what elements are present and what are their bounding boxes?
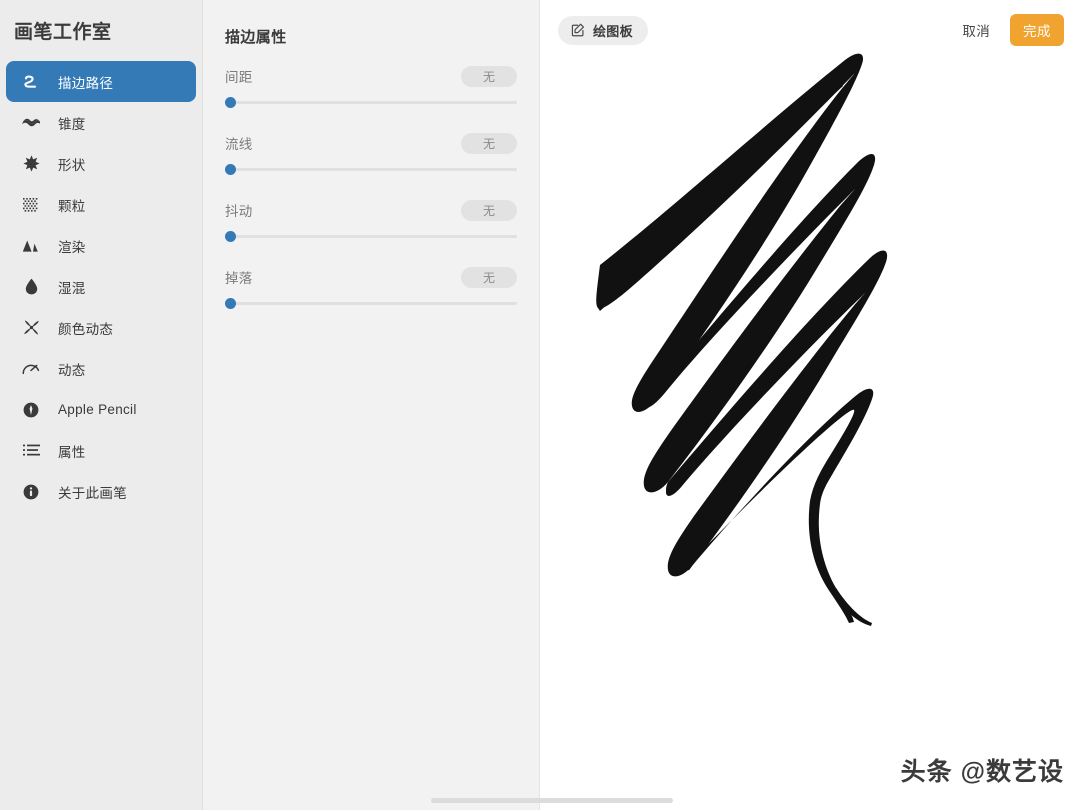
home-indicator [431, 798, 673, 803]
sidebar-item-list: 描边路径 锥度 形状 颗粒 渲染 湿混 颜色动态 动态 Apple Pencil… [0, 61, 202, 512]
sidebar: 画笔工作室 描边路径 锥度 形状 颗粒 渲染 湿混 颜色动态 动态 Apple … [0, 0, 203, 810]
dynamics-gauge-icon [20, 358, 42, 380]
property-row-jitter: 抖动 无 [225, 199, 517, 243]
slider-thumb[interactable] [225, 231, 236, 242]
sidebar-item-label: Apple Pencil [58, 402, 137, 417]
sidebar-item-render[interactable]: 渲染 [6, 225, 196, 266]
sidebar-item-color-dynamics[interactable]: 颜色动态 [6, 307, 196, 348]
slider-thumb[interactable] [225, 164, 236, 175]
grain-dots-icon [20, 194, 42, 216]
property-row-fall-off: 掉落 无 [225, 266, 517, 310]
properties-row-list: 间距 无 流线 无 抖动 无 掉落 无 [203, 65, 539, 310]
info-circle-icon [20, 481, 42, 503]
wet-mix-droplet-icon [20, 276, 42, 298]
property-header: 抖动 无 [225, 199, 517, 221]
property-header: 间距 无 [225, 65, 517, 87]
property-label: 抖动 [225, 204, 253, 219]
property-slider[interactable] [225, 95, 517, 109]
stroke-properties-panel: 描边属性 间距 无 流线 无 抖动 无 掉落 无 [203, 0, 540, 810]
page-title: 画笔工作室 [14, 22, 112, 43]
sidebar-item-attributes[interactable]: 属性 [6, 430, 196, 471]
brush-studio-window: 画笔工作室 描边路径 锥度 形状 颗粒 渲染 湿混 颜色动态 动态 Apple … [0, 0, 1080, 810]
sidebar-item-about-brush[interactable]: 关于此画笔 [6, 471, 196, 512]
attributes-list-icon [20, 440, 42, 462]
properties-panel-title: 描边属性 [225, 29, 287, 46]
shape-star-icon [20, 153, 42, 175]
apple-pencil-icon [20, 399, 42, 421]
property-value-badge: 无 [461, 266, 517, 288]
property-value-badge: 无 [461, 132, 517, 154]
sidebar-item-taper[interactable]: 锥度 [6, 102, 196, 143]
property-row-streamline: 流线 无 [225, 132, 517, 176]
sidebar-item-apple-pencil[interactable]: Apple Pencil [6, 389, 196, 430]
property-row-spacing: 间距 无 [225, 65, 517, 109]
property-label: 间距 [225, 70, 253, 85]
property-slider[interactable] [225, 162, 517, 176]
sidebar-item-label: 湿混 [58, 280, 86, 296]
slider-track [225, 302, 517, 305]
sidebar-item-label: 关于此画笔 [58, 485, 127, 501]
sidebar-item-label: 形状 [58, 157, 86, 173]
stroke-path-icon [20, 71, 42, 93]
property-value-badge: 无 [461, 199, 517, 221]
slider-track [225, 101, 517, 104]
sidebar-item-shape[interactable]: 形状 [6, 143, 196, 184]
sidebar-item-label: 颗粒 [58, 198, 86, 214]
sidebar-item-grain[interactable]: 颗粒 [6, 184, 196, 225]
sidebar-item-label: 渲染 [58, 239, 86, 255]
brush-preview-canvas-area[interactable]: 绘图板 取消 完成 头条 @数艺设 [540, 0, 1080, 810]
watermark-text: 头条 @数艺设 [900, 758, 1064, 786]
sidebar-item-stroke-path[interactable]: 描边路径 [6, 61, 196, 102]
color-dynamics-icon [20, 317, 42, 339]
render-mountains-icon [20, 235, 42, 257]
taper-wave-icon [20, 112, 42, 134]
property-header: 掉落 无 [225, 266, 517, 288]
sidebar-item-label: 描边路径 [58, 75, 114, 91]
sidebar-item-label: 属性 [58, 444, 86, 460]
slider-track [225, 168, 517, 171]
property-label: 流线 [225, 137, 253, 152]
sidebar-item-label: 锥度 [58, 116, 86, 132]
slider-thumb[interactable] [225, 97, 236, 108]
property-label: 掉落 [225, 271, 253, 286]
sidebar-item-dynamics[interactable]: 动态 [6, 348, 196, 389]
property-slider[interactable] [225, 296, 517, 310]
property-header: 流线 无 [225, 132, 517, 154]
sidebar-item-wet-mix[interactable]: 湿混 [6, 266, 196, 307]
brush-stroke-preview [596, 53, 888, 626]
sidebar-item-label: 颜色动态 [58, 321, 114, 337]
sidebar-item-label: 动态 [58, 362, 86, 378]
slider-thumb[interactable] [225, 298, 236, 309]
property-slider[interactable] [225, 229, 517, 243]
slider-track [225, 235, 517, 238]
property-value-badge: 无 [461, 65, 517, 87]
